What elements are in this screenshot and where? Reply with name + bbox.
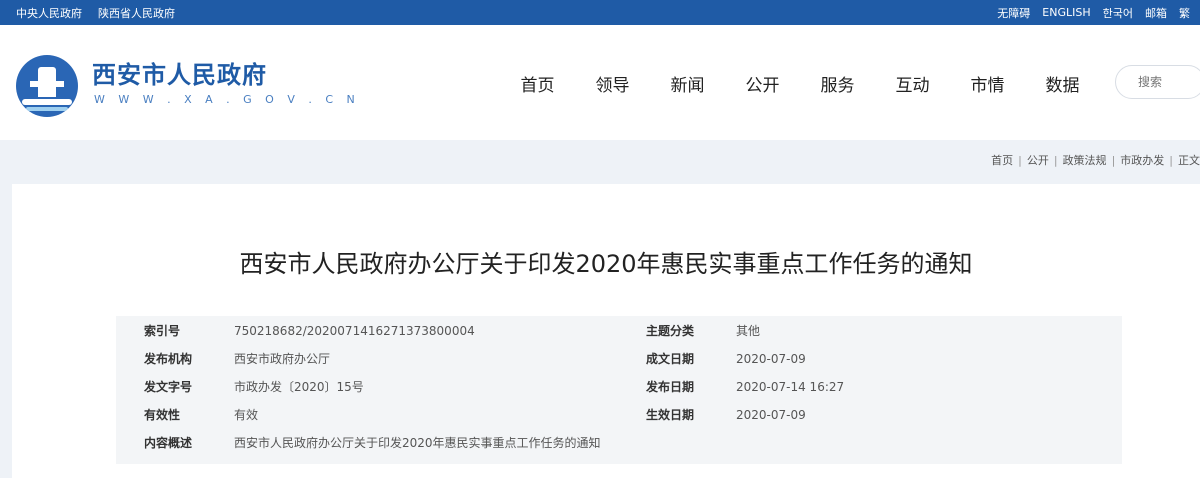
validity-label: 有效性 (144, 408, 181, 422)
top-bar: 中央人民政府 陕西省人民政府 无障碍 ENGLISH 한국어 邮箱 繁 (0, 0, 1200, 25)
breadcrumb-current: 正文 (1178, 154, 1200, 167)
meta-row: 发布机构 西安市政府办公厅 成文日期 2020-07-09 (116, 346, 1122, 372)
nav-service[interactable]: 服务 (800, 71, 875, 96)
breadcrumb-home[interactable]: 首页 (991, 154, 1013, 167)
nav-interaction[interactable]: 互动 (875, 71, 950, 96)
meta-row: 有效性 有效 生效日期 2020-07-09 (116, 402, 1122, 428)
effective-date-value: 2020-07-09 (736, 408, 806, 422)
link-korean[interactable]: 한국어 (1103, 5, 1133, 21)
top-right-links: 无障碍 ENGLISH 한국어 邮箱 繁 (985, 0, 1190, 25)
metadata-table: 索引号 750218682/202007141627137380000​4 主题… (116, 316, 1122, 464)
logo-wave2-shape (26, 107, 68, 111)
issuer-label: 发布机构 (144, 352, 193, 366)
breadcrumb-separator: | (1053, 154, 1058, 167)
published-date-value: 2020-07-14 16:27 (736, 380, 845, 394)
breadcrumb-category[interactable]: 市政办发 (1120, 154, 1164, 167)
index-value: 750218682/202007141627137380000​4 (234, 324, 475, 338)
link-accessibility[interactable]: 无障碍 (997, 5, 1030, 21)
created-date-label: 成文日期 (646, 352, 695, 366)
issuer-value: 西安市政府办公厅 (234, 352, 331, 366)
content-card: 西安市人民政府办公厅关于印发2020年惠民实事重点工作任务的通知 索引号 750… (12, 184, 1200, 478)
summary-label: 内容概述 (144, 436, 193, 450)
meta-row: 发文字号 市政办发〔2020〕15号 发布日期 2020-07-14 16:27 (116, 374, 1122, 400)
breadcrumb-separator: | (1111, 154, 1116, 167)
summary-value: 西安市人民政府办公厅关于印发2020年惠民实事重点工作任务的通知 (234, 436, 601, 450)
nav-city-info[interactable]: 市情 (950, 71, 1025, 96)
meta-row: 索引号 750218682/202007141627137380000​4 主题… (116, 318, 1122, 344)
search-box[interactable] (1115, 65, 1200, 99)
site-logo-icon[interactable] (16, 55, 78, 117)
nav-data[interactable]: 数据 (1025, 71, 1100, 96)
nav-leaders[interactable]: 领导 (575, 71, 650, 96)
nav-public[interactable]: 公开 (725, 71, 800, 96)
created-date-value: 2020-07-09 (736, 352, 806, 366)
breadcrumb: 首页 | 公开 | 政策法规 | 市政办发 | 正文 (991, 152, 1200, 168)
breadcrumb-policy[interactable]: 政策法规 (1063, 154, 1107, 167)
main-nav: 首页 领导 新闻 公开 服务 互动 市情 数据 (500, 71, 1100, 96)
nav-home[interactable]: 首页 (500, 71, 575, 96)
link-traditional[interactable]: 繁 (1179, 5, 1190, 21)
site-header: 西安市人民政府 W W W . X A . G O V . C N 首页 领导 … (0, 25, 1200, 140)
breadcrumb-public[interactable]: 公开 (1027, 154, 1049, 167)
validity-value: 有效 (234, 408, 259, 422)
topic-label: 主题分类 (646, 324, 695, 338)
effective-date-label: 生效日期 (646, 408, 695, 422)
link-mailbox[interactable]: 邮箱 (1145, 5, 1167, 21)
link-english[interactable]: ENGLISH (1042, 6, 1090, 19)
index-label: 索引号 (144, 324, 181, 338)
topic-value: 其他 (736, 324, 761, 338)
breadcrumb-separator: | (1169, 154, 1173, 167)
meta-row: 内容概述 西安市人民政府办公厅关于印发2020年惠民实事重点工作任务的通知 (116, 430, 1122, 456)
doc-number-label: 发文字号 (144, 380, 193, 394)
site-url: W W W . X A . G O V . C N (94, 93, 360, 106)
site-name[interactable]: 西安市人民政府 (92, 55, 267, 90)
logo-wave-shape (22, 99, 72, 105)
nav-news[interactable]: 新闻 (650, 71, 725, 96)
search-input[interactable] (1136, 74, 1200, 90)
link-central-gov[interactable]: 中央人民政府 (16, 5, 82, 21)
breadcrumb-separator: | (1018, 154, 1022, 167)
logo-roof-shape (30, 81, 64, 87)
link-shaanxi-gov[interactable]: 陕西省人民政府 (98, 5, 175, 21)
published-date-label: 发布日期 (646, 380, 695, 394)
doc-number-value: 市政办发〔2020〕15号 (234, 380, 364, 394)
document-title: 西安市人民政府办公厅关于印发2020年惠民实事重点工作任务的通知 (239, 250, 973, 278)
top-left-links: 中央人民政府 陕西省人民政府 (16, 0, 191, 25)
